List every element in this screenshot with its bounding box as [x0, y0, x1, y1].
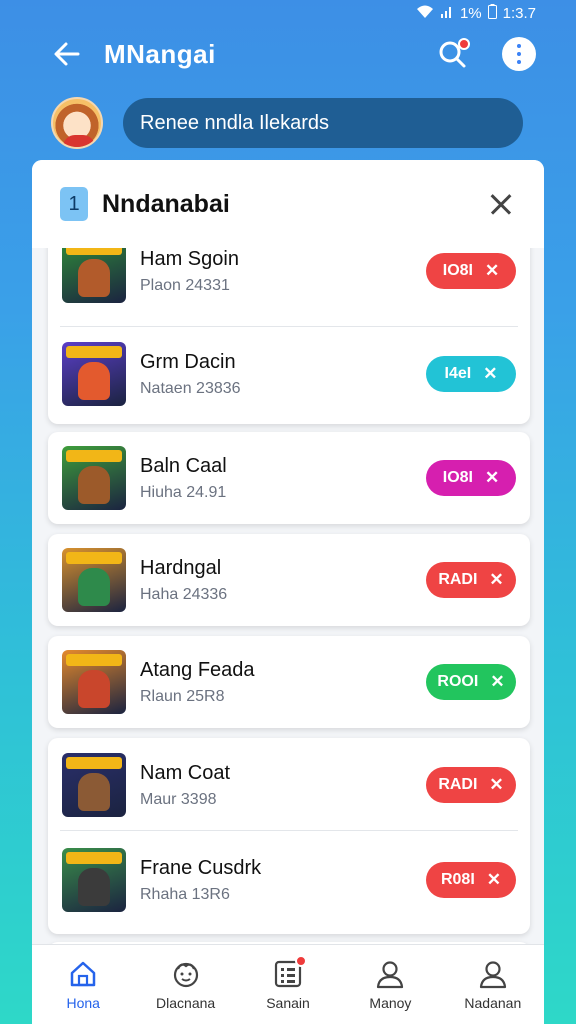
battery-percent: 1% [459, 4, 482, 22]
notification-dot [295, 954, 308, 967]
game-card: Nam Coat Maur 3398 RADI ✕ Frane Cusdrk Rhah… [48, 738, 530, 934]
home-icon [68, 959, 98, 989]
close-icon: ✕ [489, 570, 504, 589]
game-name: Nam Coat [140, 761, 231, 784]
game-subtitle: Nataen 23836 [140, 379, 241, 397]
game-subtitle: Rlaun 25R8 [140, 687, 225, 705]
list-item[interactable]: Grm Dacin Nataen 23836 I4eI ✕ [48, 324, 530, 424]
action-label: ROOI [437, 673, 479, 690]
game-subtitle: Haha 24336 [140, 585, 228, 603]
game-thumbnail [62, 446, 126, 510]
avatar[interactable] [51, 97, 103, 149]
nav-item-sanain[interactable]: Sanain [237, 945, 339, 1024]
list-item[interactable]: Atang Feada Rlaun 25R8 ROOI ✕ [48, 632, 530, 732]
action-button[interactable]: RADI ✕ [426, 562, 516, 598]
nav-label: Sanain [266, 994, 310, 1011]
nav-item-dlacnana[interactable]: Dlacnana [134, 945, 236, 1024]
game-thumbnail [62, 239, 126, 303]
game-name: Ham Sgoin [140, 247, 239, 270]
action-button[interactable]: IO8I ✕ [426, 253, 516, 289]
game-card: Ham Sgoin Plaon 24331 IO8I ✕ Grm Dacin Nata… [48, 222, 530, 424]
action-label: I4eI [444, 365, 472, 382]
close-icon: ✕ [489, 775, 504, 794]
list-item[interactable]: Hardngal Haha 24336 RADI ✕ [48, 530, 530, 630]
action-button[interactable]: R08I ✕ [426, 862, 516, 898]
wifi-icon [416, 5, 434, 22]
clock: 1:3.7 [502, 4, 536, 22]
nav-label: Hona [66, 994, 100, 1011]
game-card: Baln Caal Hiuha 24.91 IO8I ✕ [48, 432, 530, 524]
arrow-left-icon[interactable] [52, 38, 84, 70]
game-card: Hardngal Haha 24336 RADI ✕ [48, 534, 530, 626]
game-thumbnail [62, 848, 126, 912]
game-subtitle: Hiuha 24.91 [140, 483, 227, 501]
game-thumbnail [62, 342, 126, 406]
nav-label: Dlacnana [156, 994, 216, 1011]
close-icon: ✕ [484, 468, 500, 487]
list-item[interactable]: Nam Coat Maur 3398 RADI ✕ [48, 735, 530, 835]
close-icon: ✕ [484, 261, 500, 280]
action-label: IO8I [442, 262, 473, 279]
panel-title: Nndanabai [102, 189, 230, 218]
close-icon: ✕ [490, 672, 505, 691]
action-label: IO8I [442, 469, 473, 486]
more-vertical-icon[interactable] [502, 37, 536, 71]
game-thumbnail [62, 650, 126, 714]
game-thumbnail [62, 548, 126, 612]
action-button[interactable]: I4eI ✕ [426, 356, 516, 392]
game-name: Atang Feada [140, 658, 255, 681]
game-subtitle: Plaon 24331 [140, 276, 230, 294]
game-name: Grm Dacin [140, 350, 236, 373]
bottom-nav: Hona Dlacnana Sanain Manoy Nadanan [32, 944, 544, 1024]
person-icon [375, 959, 405, 989]
panel-header: 1 Nndanabai [32, 160, 544, 248]
app-bar: MNangai [0, 30, 576, 78]
game-subtitle: Rhaha 13R6 [140, 885, 230, 903]
account-icon [478, 959, 508, 989]
count-badge: 1 [60, 187, 88, 221]
game-thumbnail [62, 753, 126, 817]
games-panel: 1 Nndanabai Ham Sgoin Plaon 24331 IO8I ✕ G… [32, 160, 544, 1024]
nav-label: Nadanan [464, 994, 522, 1011]
game-name: Baln Caal [140, 454, 227, 477]
action-button[interactable]: IO8I ✕ [426, 460, 516, 496]
action-label: R08I [440, 871, 475, 888]
game-subtitle: Maur 3398 [140, 790, 217, 808]
game-name: Hardngal [140, 556, 222, 579]
signal-icon [440, 5, 454, 22]
action-button[interactable]: RADI ✕ [426, 767, 516, 803]
list-item[interactable]: Frane Cusdrk Rhaha 13R6 R08I ✕ [48, 830, 530, 930]
search-input[interactable]: Renee nndla Ilekards [123, 98, 523, 148]
action-label: RADI [438, 776, 478, 793]
close-icon[interactable] [486, 189, 516, 219]
game-name: Frane Cusdrk [140, 856, 262, 879]
list-icon [273, 954, 308, 989]
face-icon [171, 959, 201, 989]
notification-dot [458, 38, 470, 50]
nav-item-nadanan[interactable]: Nadanan [442, 945, 544, 1024]
action-button[interactable]: ROOI ✕ [426, 664, 516, 700]
status-bar: 1% 1:3.7 [0, 0, 576, 26]
battery-icon [487, 4, 497, 22]
close-icon: ✕ [483, 364, 498, 383]
close-icon: ✕ [486, 870, 502, 889]
list-item[interactable]: Baln Caal Hiuha 24.91 IO8I ✕ [48, 428, 530, 528]
nav-item-home[interactable]: Hona [32, 945, 134, 1024]
nav-label: Manoy [369, 994, 412, 1011]
action-label: RADI [438, 571, 478, 588]
game-card: Atang Feada Rlaun 25R8 ROOI ✕ [48, 636, 530, 728]
search-button[interactable] [434, 36, 470, 72]
nav-item-manoy[interactable]: Manoy [339, 945, 441, 1024]
app-title: MNangai [104, 38, 216, 69]
